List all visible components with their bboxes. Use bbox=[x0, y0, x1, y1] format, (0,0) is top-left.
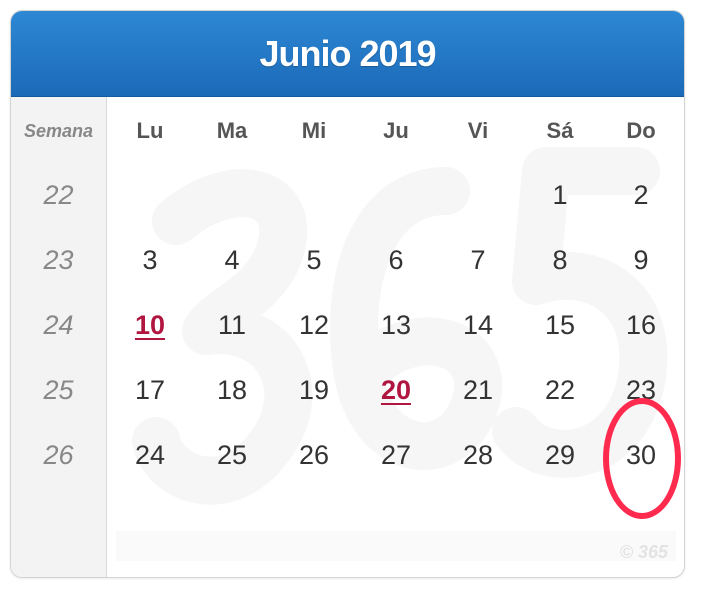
week-column-header: Semana bbox=[23, 120, 94, 141]
day-cell[interactable]: 17 bbox=[110, 370, 190, 410]
day-cell[interactable]: 1 bbox=[520, 175, 600, 215]
week-number: 24 bbox=[43, 309, 74, 340]
day-cell[interactable]: 19 bbox=[274, 370, 354, 410]
week-number: 22 bbox=[43, 179, 74, 210]
holiday-day-cell[interactable]: 10 bbox=[110, 305, 190, 345]
day-cell[interactable]: 29 bbox=[520, 435, 600, 475]
day-cell[interactable]: 18 bbox=[192, 370, 272, 410]
month-title: Junio 2019 bbox=[259, 32, 436, 74]
week-number: 26 bbox=[43, 439, 74, 470]
weekday-header: Ma bbox=[216, 118, 248, 143]
day-cell[interactable]: 16 bbox=[601, 305, 681, 345]
day-cell[interactable]: 7 bbox=[438, 240, 518, 280]
copyright-label: © 365 bbox=[619, 542, 668, 562]
weekday-header: Sá bbox=[546, 118, 574, 143]
day-cell[interactable]: 2 bbox=[601, 175, 681, 215]
day-cell[interactable]: 8 bbox=[520, 240, 600, 280]
day-cell[interactable]: 14 bbox=[438, 305, 518, 345]
day-cell[interactable]: 15 bbox=[520, 305, 600, 345]
day-cell[interactable]: 21 bbox=[438, 370, 518, 410]
day-cell[interactable]: 12 bbox=[274, 305, 354, 345]
weekday-header: Vi bbox=[467, 118, 489, 143]
week-number: 23 bbox=[43, 244, 74, 275]
day-cell[interactable]: 27 bbox=[356, 435, 436, 475]
day-cell[interactable]: 13 bbox=[356, 305, 436, 345]
day-cell[interactable]: 3 bbox=[110, 240, 190, 280]
day-cell[interactable]: 5 bbox=[274, 240, 354, 280]
day-cell[interactable]: 11 bbox=[192, 305, 272, 345]
red-circle-annotation bbox=[603, 398, 681, 519]
day-cell[interactable]: 6 bbox=[356, 240, 436, 280]
weekday-header: Ju bbox=[383, 118, 409, 143]
weekday-header: Mi bbox=[301, 118, 327, 143]
weekday-header: Lu bbox=[136, 118, 164, 143]
day-cell[interactable]: 9 bbox=[601, 240, 681, 280]
day-cell[interactable]: 22 bbox=[520, 370, 600, 410]
day-cell[interactable]: 4 bbox=[192, 240, 272, 280]
calendar-widget: Junio 2019 Semana Lu Ma Mi Ju Vi Sá Do 22 1 2 23 3 4 5… bbox=[10, 10, 685, 578]
day-cell[interactable]: 26 bbox=[274, 435, 354, 475]
calendar-header: Junio 2019 bbox=[11, 11, 684, 97]
day-cell[interactable]: 25 bbox=[192, 435, 272, 475]
week-number: 25 bbox=[43, 374, 74, 405]
day-cell[interactable]: 24 bbox=[110, 435, 190, 475]
holiday-day-cell[interactable]: 20 bbox=[356, 370, 436, 410]
day-cell[interactable]: 28 bbox=[438, 435, 518, 475]
weekday-header: Do bbox=[626, 118, 656, 143]
